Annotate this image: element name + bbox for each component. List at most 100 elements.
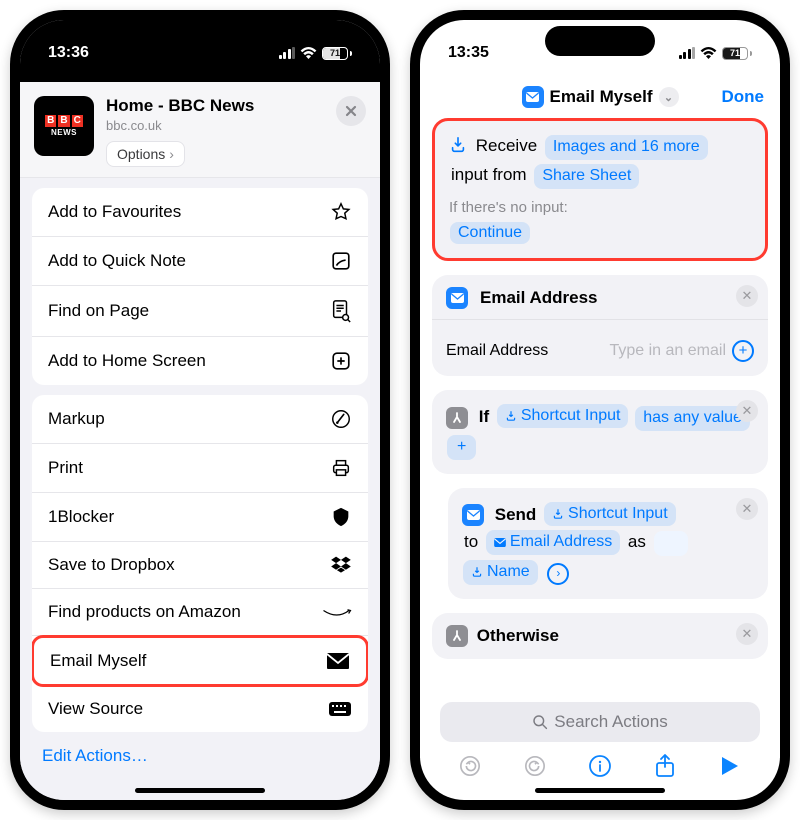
action-print[interactable]: Print [32,444,368,493]
done-button[interactable]: Done [722,87,765,107]
status-time: 13:35 [448,44,489,62]
delete-block-button[interactable]: ✕ [736,285,758,307]
action-quick-note[interactable]: Add to Quick Note [32,237,368,286]
chevron-right-icon: › [169,146,174,162]
action-1blocker[interactable]: 1Blocker [32,493,368,542]
wifi-icon [700,47,717,60]
action-amazon[interactable]: Find products on Amazon [32,589,368,636]
wifi-icon [300,47,317,60]
action-add-favourites[interactable]: Add to Favourites [32,188,368,237]
options-button[interactable]: Options › [106,141,185,167]
action-markup[interactable]: Markup [32,395,368,444]
close-icon [345,105,357,117]
share-icon [654,753,676,779]
if-glyph-icon [446,407,468,429]
battery-icon: 71 [722,47,752,60]
delete-block-button[interactable]: ✕ [736,400,758,422]
mail-glyph-icon [462,504,484,526]
share-button[interactable] [652,753,678,779]
home-indicator[interactable] [535,788,665,793]
home-indicator[interactable] [135,788,265,793]
search-actions-input[interactable]: Search Actions [440,702,760,742]
action-view-source[interactable]: View Source [32,686,368,732]
if-label: If [479,407,489,426]
share-header: BBC NEWS Home - BBC News bbc.co.uk Optio… [20,82,380,178]
token-send-as-blank[interactable] [654,531,688,556]
token-input-types[interactable]: Images and 16 more [545,135,708,160]
email-block-title: Email Address [480,288,597,308]
delete-block-button[interactable]: ✕ [736,623,758,645]
as-label: as [628,532,646,551]
shortcut-title[interactable]: Email Myself ⌄ [522,86,679,108]
token-send-as[interactable]: Name [463,560,538,585]
phone-left: 13:36 71 BBC NEWS Home - [10,10,390,810]
signal-icon [279,47,296,59]
add-home-icon [330,350,352,372]
shortcut-receive-icon [449,136,467,154]
email-field-label: Email Address [446,342,548,360]
info-icon [588,754,612,778]
token-if-condition[interactable]: has any value [635,406,750,431]
chevron-down-icon: ⌄ [659,87,679,107]
info-button[interactable] [587,753,613,779]
add-variable-button[interactable]: + [732,340,754,362]
token-send-to[interactable]: Email Address [486,530,620,555]
edit-actions-button[interactable]: Edit Actions… [20,732,380,780]
share-title: Home - BBC News [106,96,324,116]
envelope-icon [526,92,539,102]
redo-button[interactable] [522,753,548,779]
token-send-input[interactable]: Shortcut Input [544,502,676,527]
action-dropbox[interactable]: Save to Dropbox [32,542,368,589]
variable-icon [505,410,517,422]
otherwise-label: Otherwise [477,626,559,645]
token-source[interactable]: Share Sheet [534,164,639,189]
if-block[interactable]: ✕ If Shortcut Input has any value + [432,390,768,474]
email-address-block[interactable]: ✕ Email Address Email Address Type in an… [432,275,768,376]
mail-glyph-icon [446,287,468,309]
send-label: Send [495,505,537,524]
find-icon [330,299,352,323]
action-email-myself[interactable]: Email Myself [32,635,368,687]
status-time: 13:36 [48,44,89,62]
variable-icon [552,508,564,520]
envelope-icon [494,538,506,547]
expand-button[interactable]: › [547,563,569,585]
input-from-label: input from [451,165,527,184]
site-favicon: BBC NEWS [34,96,94,156]
share-subtitle: bbc.co.uk [106,118,324,133]
email-input[interactable]: Type in an email [609,342,726,360]
send-block[interactable]: ✕ Send Shortcut Input to Email Address [448,488,768,599]
no-input-label: If there's no input: [449,199,751,216]
add-condition-button[interactable]: + [447,435,476,460]
star-icon [330,201,352,223]
token-no-input-action[interactable]: Continue [450,222,530,244]
keyboard-icon [328,701,352,717]
action-section-1: Add to Favourites Add to Quick Note Find… [32,188,368,385]
screen-left: 13:36 71 BBC NEWS Home - [20,20,380,800]
undo-icon [459,755,481,777]
battery-icon: 71 [322,47,352,60]
delete-block-button[interactable]: ✕ [736,498,758,520]
mail-icon [326,652,350,670]
nav-bar: Email Myself ⌄ Done [420,76,780,118]
otherwise-block[interactable]: ✕ Otherwise [432,613,768,660]
screen-right: 13:35 71 Email Myself ⌄ Done [420,20,780,800]
close-button[interactable] [336,96,366,126]
action-find-on-page[interactable]: Find on Page [32,286,368,337]
print-icon [330,457,352,479]
token-if-input[interactable]: Shortcut Input [497,404,629,429]
otherwise-glyph-icon [446,625,468,647]
receive-block[interactable]: Receive Images and 16 more input from Sh… [432,118,768,261]
action-add-home-screen[interactable]: Add to Home Screen [32,337,368,385]
to-label: to [464,532,478,551]
run-button[interactable] [717,753,743,779]
signal-icon [679,47,696,59]
blocker-icon [330,506,352,528]
undo-button[interactable] [457,753,483,779]
shortcut-editor: Receive Images and 16 more input from Sh… [420,118,780,758]
amazon-icon [322,604,352,620]
notch [545,26,655,56]
share-sheet: BBC NEWS Home - BBC News bbc.co.uk Optio… [20,82,380,800]
markup-icon [330,408,352,430]
receive-label: Receive [476,136,537,155]
